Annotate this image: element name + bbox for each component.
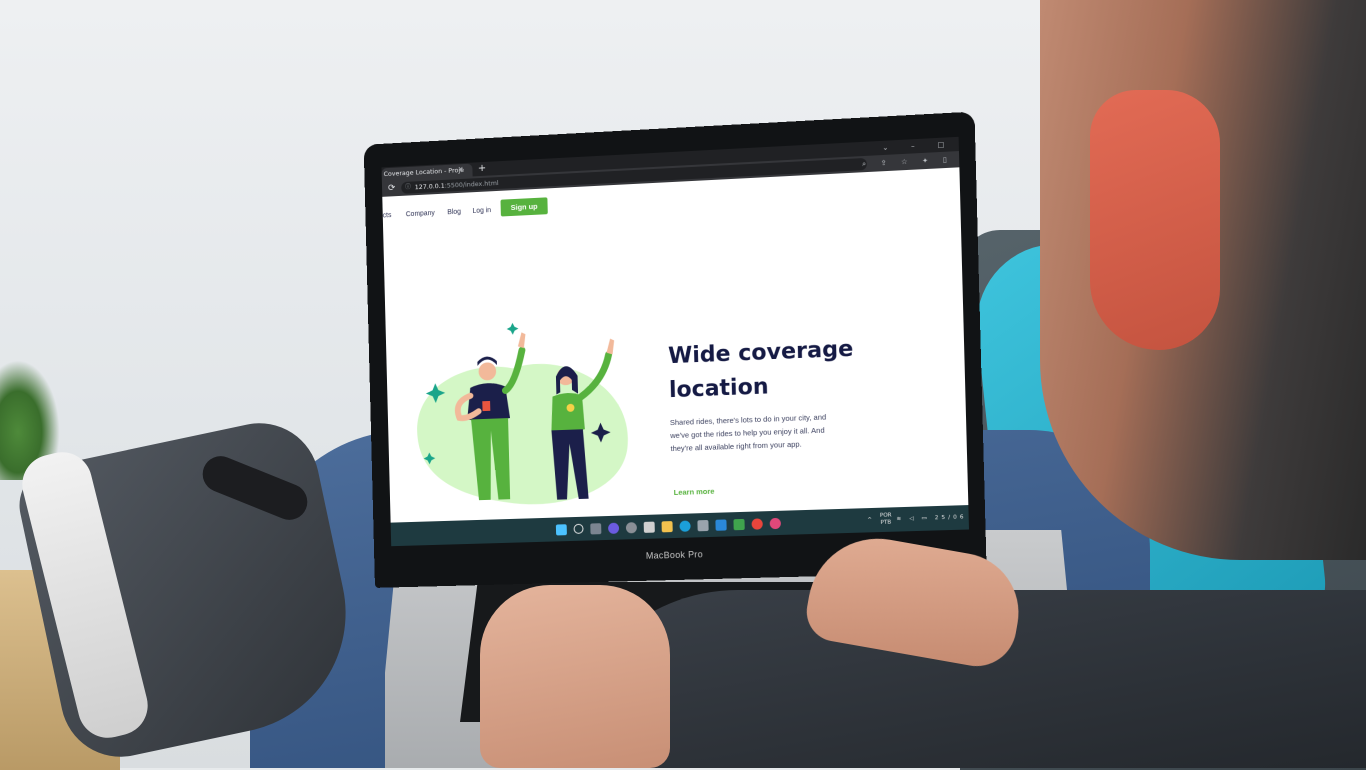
screen: Coverage Location - Proje × + ⌄ – □ ⟳ 12… — [381, 136, 970, 547]
node-icon[interactable] — [733, 518, 745, 530]
calendar-icon[interactable] — [643, 521, 655, 533]
close-icon[interactable]: × — [458, 163, 468, 176]
laptop-lid: Coverage Location - Proje × + ⌄ – □ ⟳ 12… — [363, 111, 987, 588]
battery-icon[interactable]: ▭ — [921, 515, 930, 521]
hero-illustration — [415, 322, 630, 508]
chrome-icon[interactable] — [751, 517, 763, 530]
settings-icon[interactable] — [625, 521, 637, 533]
hero-title: Wide coverage location — [667, 336, 854, 404]
hero-description: Shared rides, there's lots to do in your… — [669, 412, 827, 454]
left-hand — [480, 585, 670, 768]
taskbar-icons — [555, 511, 781, 542]
nav-link-products[interactable]: cts — [383, 212, 392, 219]
wifi-icon[interactable]: ≋ — [896, 516, 904, 522]
search-icon[interactable] — [573, 523, 584, 534]
signup-button[interactable]: Sign up — [500, 197, 548, 217]
volume-icon[interactable]: ◁ — [909, 516, 917, 522]
nav-link-login[interactable]: Log in — [472, 207, 491, 215]
tab-title: Coverage Location - Proje — [383, 166, 465, 179]
system-tray[interactable]: ^ POR PTB ≋ ◁ ▭ 25/06 — [867, 505, 967, 532]
folder-icon[interactable] — [661, 520, 673, 532]
url-host: 127.0.0.1 — [414, 181, 445, 192]
url-path: :5500/index.html — [444, 179, 499, 190]
recorder-icon[interactable] — [769, 517, 781, 529]
chat-icon[interactable] — [608, 522, 620, 534]
edge-icon[interactable] — [679, 520, 691, 532]
start-icon[interactable] — [555, 523, 567, 535]
nav-link-blog[interactable]: Blog — [447, 209, 461, 217]
person-ear — [1090, 90, 1220, 350]
site-info-icon[interactable]: ⓘ — [405, 182, 413, 194]
clock-date[interactable]: 25/06 — [935, 514, 967, 521]
learn-more-link[interactable]: Learn more — [674, 487, 715, 497]
notepad-icon[interactable] — [697, 519, 709, 531]
vscode-icon[interactable] — [715, 518, 727, 531]
reload-icon[interactable]: ⟳ — [386, 180, 398, 196]
nav-link-company[interactable]: Company — [406, 210, 435, 218]
language-indicator[interactable]: POR PTB — [880, 512, 892, 527]
chevron-up-icon[interactable]: ^ — [867, 517, 875, 523]
new-tab-button[interactable]: + — [476, 162, 488, 176]
task-view-icon[interactable] — [590, 522, 602, 534]
